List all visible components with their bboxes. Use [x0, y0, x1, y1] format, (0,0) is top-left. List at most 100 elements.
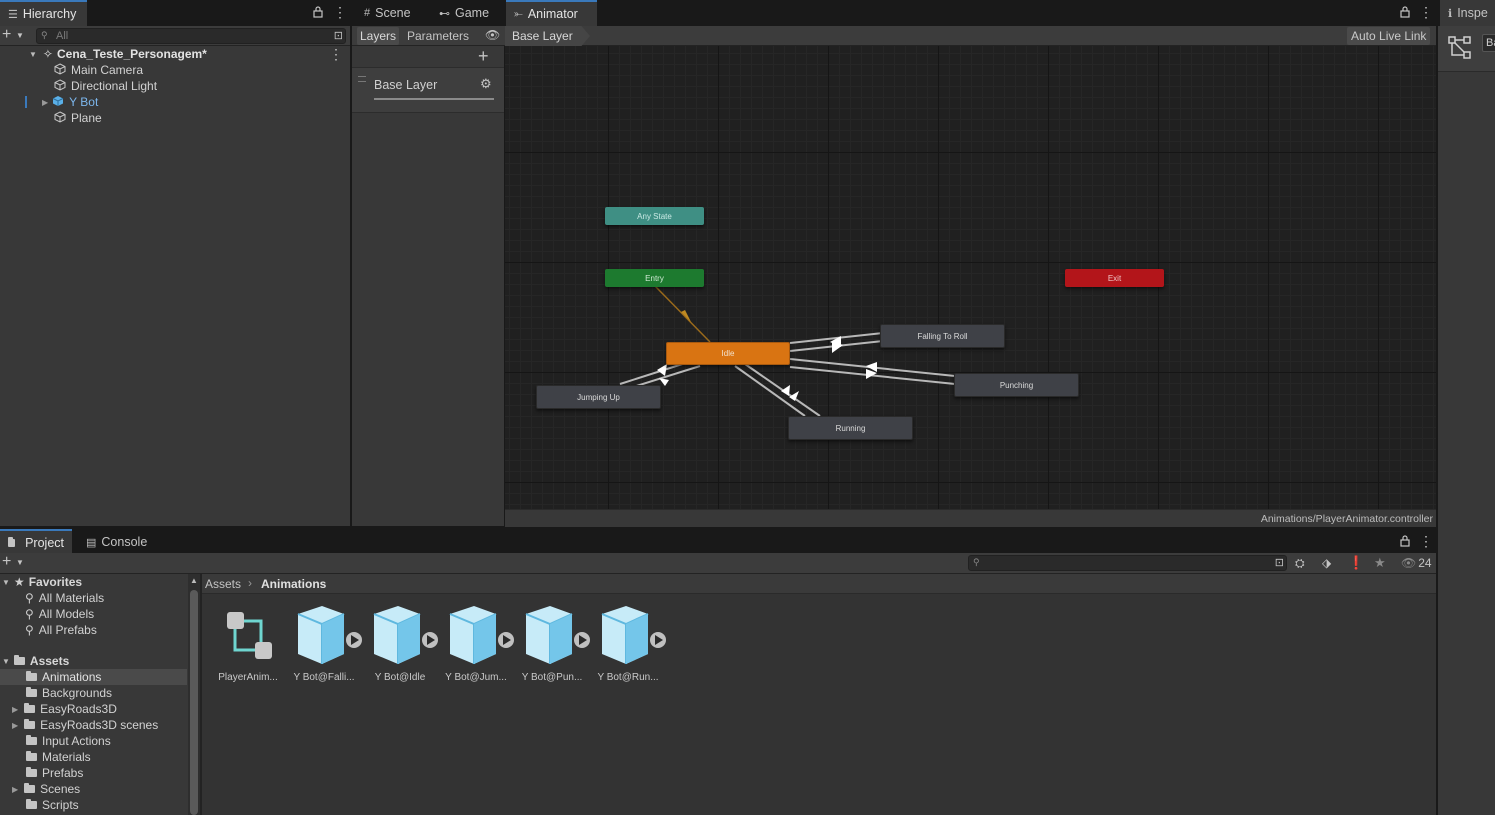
folder-icon — [8, 537, 16, 547]
gameobject-cube-icon — [54, 110, 66, 126]
project-search-input[interactable]: ⚲ ⊡ — [968, 555, 1287, 571]
more-options-icon[interactable]: ⋮ — [329, 46, 343, 63]
transition-idle-running — [734, 365, 806, 417]
lock-icon[interactable] — [1400, 535, 1410, 547]
hierarchy-item[interactable]: Directional Light — [0, 78, 350, 94]
search-type-icon[interactable]: ⊡ — [1275, 556, 1284, 569]
add-icon[interactable]: + — [2, 554, 11, 570]
star-icon[interactable]: ★ — [1374, 555, 1386, 571]
lock-icon[interactable] — [313, 6, 323, 18]
add-icon[interactable]: + — [2, 27, 11, 43]
search-type-icon[interactable]: ⊡ — [334, 29, 343, 42]
filter-by-type-icon[interactable]: ⛭ — [1295, 556, 1305, 571]
auto-live-link-button[interactable]: Auto Live Link — [1347, 27, 1431, 45]
grid-icon: # — [364, 7, 371, 19]
chevron-right-icon[interactable]: ▶ — [42, 98, 48, 107]
favorites-header[interactable]: ▼ ★ Favorites — [0, 574, 200, 590]
arrow-icon — [657, 364, 667, 376]
label-icon[interactable]: ⬗ — [1322, 556, 1331, 570]
chevron-down-icon[interactable]: ▼ — [2, 657, 10, 666]
folder-item-animations[interactable]: Animations — [0, 669, 187, 685]
inspector-name-field[interactable]: Ba — [1482, 34, 1495, 52]
breadcrumb[interactable]: Base Layer — [505, 26, 590, 46]
chevron-right-icon[interactable]: ▶ — [12, 705, 18, 714]
hierarchy-item[interactable]: ▶ Y Bot — [0, 94, 350, 110]
gear-icon[interactable]: ⚙ — [480, 76, 492, 92]
folder-item[interactable]: ▶ Scenes — [0, 781, 200, 797]
folder-item[interactable]: Input Actions — [0, 733, 200, 749]
hierarchy-item[interactable]: Main Camera — [0, 62, 350, 78]
asset-item-fbx[interactable]: Y Bot@Pun... — [514, 604, 590, 683]
parameters-tab[interactable]: Parameters — [407, 27, 469, 45]
favorite-label: All Prefabs — [38, 623, 97, 637]
tab-console-label: Console — [101, 535, 148, 549]
asset-item-fbx[interactable]: Y Bot@Run... — [590, 604, 666, 683]
drag-handle-icon[interactable] — [358, 76, 366, 82]
chevron-down-icon[interactable]: ▼ — [29, 50, 37, 59]
asset-item-controller[interactable]: PlayerAnim... — [210, 604, 286, 683]
assets-header[interactable]: ▼ Assets — [0, 653, 200, 669]
tab-animator[interactable]: ⤜ Animator — [506, 0, 597, 26]
hierarchy-panel: + ▼ ⚲ All ⊡ ▼ ✧ Cena_Teste_Personagem* ⋮… — [0, 26, 350, 526]
more-options-icon[interactable]: ⋮ — [1419, 533, 1433, 550]
scene-name: Cena_Teste_Personagem* — [56, 47, 207, 61]
folder-label: EasyRoads3D — [40, 702, 117, 716]
breadcrumb-animations[interactable]: Animations — [261, 577, 326, 591]
chevron-down-icon[interactable]: ▼ — [16, 31, 24, 40]
inspector-panel: Ba — [1438, 26, 1495, 815]
tab-scene[interactable]: # Scene — [356, 0, 419, 26]
layer-item-base-layer[interactable]: Base Layer ⚙ — [352, 67, 504, 113]
asset-item-fbx[interactable]: Y Bot@Jum... — [438, 604, 514, 683]
search-icon: ⚲ — [25, 623, 34, 637]
state-exit[interactable]: Exit — [1065, 269, 1164, 287]
tab-hierarchy[interactable]: ☰ Hierarchy — [0, 0, 87, 26]
more-options-icon[interactable]: ⋮ — [333, 4, 347, 21]
folder-icon — [26, 767, 37, 777]
scene-row[interactable]: ▼ ✧ Cena_Teste_Personagem* ⋮ — [0, 46, 350, 62]
favorite-item[interactable]: ⚲ All Prefabs — [0, 622, 200, 638]
more-options-icon[interactable]: ⋮ — [1419, 4, 1433, 21]
state-falling-to-roll[interactable]: Falling To Roll — [880, 324, 1005, 348]
chevron-right-icon[interactable]: ▶ — [12, 785, 18, 794]
tab-console[interactable]: ▤ Console — [78, 529, 155, 555]
state-idle[interactable]: Idle — [666, 342, 790, 365]
animator-graph[interactable]: Any State Entry Exit Idle Falling To Rol… — [505, 46, 1436, 509]
folder-item[interactable]: Materials — [0, 749, 200, 765]
breadcrumb-assets[interactable]: Assets — [205, 577, 241, 591]
asset-item-fbx[interactable]: Y Bot@Falli... — [286, 604, 362, 683]
chevron-down-icon[interactable]: ▼ — [16, 558, 24, 567]
folder-item[interactable]: ▶ EasyRoads3D scenes — [0, 717, 200, 733]
layers-tab[interactable]: Layers — [357, 27, 400, 45]
folder-label: Input Actions — [42, 734, 111, 748]
chevron-right-icon[interactable]: ▶ — [12, 721, 18, 730]
tab-inspector[interactable]: ℹ Inspe — [1440, 0, 1495, 26]
folder-item[interactable]: ▶ EasyRoads3D — [0, 701, 200, 717]
state-jumping-up[interactable]: Jumping Up — [536, 385, 661, 409]
star-icon: ★ — [13, 575, 25, 589]
hierarchy-search-placeholder: All — [56, 30, 69, 42]
state-punching[interactable]: Punching — [954, 373, 1079, 397]
folder-item[interactable]: Scripts — [0, 797, 200, 813]
model-box-icon — [438, 604, 514, 668]
eye-icon[interactable]: 👁 — [485, 28, 500, 42]
folder-item[interactable]: Prefabs — [0, 765, 200, 781]
tab-inspector-label: Inspe — [1457, 6, 1488, 20]
folder-item[interactable]: Backgrounds — [0, 685, 200, 701]
visibility-counter[interactable]: 👁 24 — [1401, 556, 1432, 570]
gameobject-cube-icon — [54, 78, 66, 94]
favorite-item[interactable]: ⚲ All Materials — [0, 590, 200, 606]
state-any-state[interactable]: Any State — [605, 207, 704, 225]
add-layer-icon[interactable]: + — [478, 46, 489, 66]
lock-icon[interactable] — [1400, 6, 1410, 18]
favorite-item[interactable]: ⚲ All Models — [0, 606, 200, 622]
asset-item-fbx[interactable]: Y Bot@Idle — [362, 604, 438, 683]
warning-icon[interactable]: ❗ — [1348, 555, 1364, 571]
tab-game[interactable]: ⊷ Game — [431, 0, 497, 26]
hierarchy-search-input[interactable]: ⚲ All ⊡ — [36, 28, 346, 44]
chevron-down-icon[interactable]: ▼ — [2, 578, 10, 587]
state-running[interactable]: Running — [788, 416, 913, 440]
state-entry[interactable]: Entry — [605, 269, 704, 287]
hierarchy-item[interactable]: Plane — [0, 110, 350, 126]
tab-game-label: Game — [455, 6, 490, 20]
tab-project[interactable]: Project — [0, 529, 72, 555]
